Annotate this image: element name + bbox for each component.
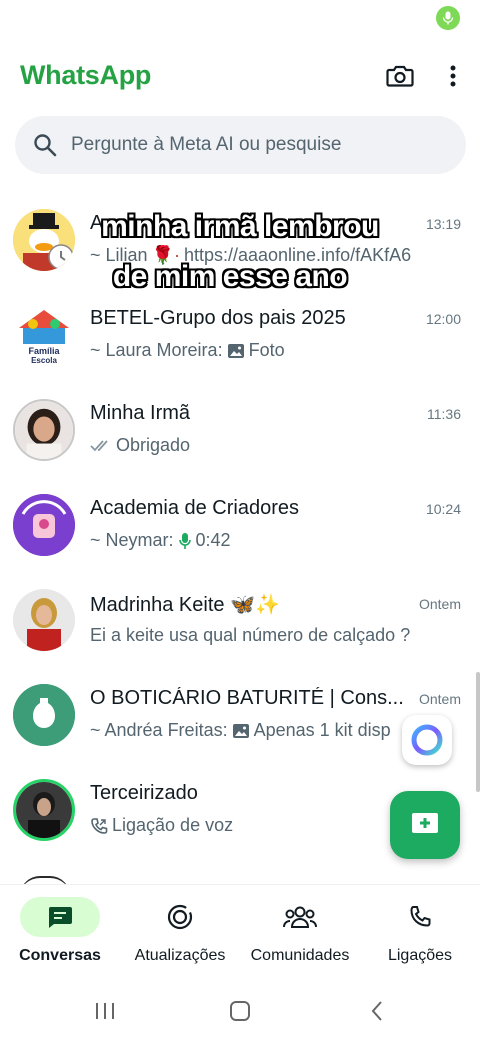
chat-time: 13:19 — [425, 216, 461, 232]
meta-ai-ring-icon — [411, 724, 443, 756]
chat-avatar — [13, 684, 75, 746]
man-photo-avatar-icon — [16, 782, 72, 838]
back-button[interactable] — [362, 998, 392, 1024]
message-text: https://aaaonline.info/fAKfA6 — [183, 245, 412, 265]
tab-atualizacoes[interactable]: Atualizações — [120, 885, 240, 981]
new-chat-plus-icon — [412, 813, 438, 833]
tab-label: Ligações — [387, 947, 453, 964]
recent-apps-button[interactable] — [90, 998, 120, 1024]
app-header: WhatsApp — [0, 50, 480, 106]
chat-preview: Ei a keite usa qual número de calçado ? — [90, 625, 410, 646]
app-title: WhatsApp — [20, 60, 152, 90]
camera-button[interactable] — [384, 61, 416, 91]
chat-icon — [20, 897, 100, 937]
svg-text:Escola: Escola — [31, 356, 57, 365]
chat-row[interactable]: Família Escola BETEL-Grupo dos pais 2025… — [0, 289, 480, 384]
new-chat-button[interactable] — [390, 791, 460, 859]
chat-preview: ~ Laura Moreira: Foto — [90, 340, 285, 361]
chat-row[interactable]: Academia de Criadores 10:24 ~ Neymar: 0:… — [0, 479, 480, 574]
chat-avatar: Família Escola — [13, 304, 75, 366]
voice-mic-icon — [178, 532, 192, 550]
svg-text:Família: Família — [28, 346, 60, 356]
phone-icon — [380, 897, 460, 937]
message-sender: ~ Andréa Freitas: — [90, 720, 228, 740]
chat-preview: Ligação de voz — [90, 815, 233, 836]
chat-preview: Obrigado — [90, 435, 190, 456]
chat-avatar — [13, 589, 75, 651]
chat-name: Minha Irmã — [90, 402, 191, 424]
back-icon — [371, 1001, 382, 1021]
chat-time: 10:24 — [425, 501, 461, 517]
rose-emoji-icon: 🌹· — [151, 245, 180, 265]
chat-list: A 13:19 ~ Lilian 🌹· https://aaaonline.in… — [0, 194, 480, 884]
chat-avatar — [13, 399, 75, 461]
chat-time: 12:00 — [425, 311, 461, 327]
chat-time: Ontem — [418, 691, 461, 707]
message-text: Ei a keite usa qual número de calçado ? — [90, 625, 411, 645]
message-text: Apenas 1 kit disp — [253, 720, 391, 740]
chat-time: Ontem — [418, 596, 461, 612]
camera-icon — [386, 65, 414, 87]
chat-preview: ~ Neymar: 0:42 — [90, 530, 231, 551]
familia-escola-avatar-icon: Família Escola — [13, 304, 75, 366]
chat-name: Academia de Criadores — [90, 497, 299, 519]
chat-avatar — [13, 209, 75, 271]
search-bar[interactable] — [15, 116, 466, 174]
system-navigation-bar — [0, 980, 480, 1040]
chat-row[interactable]: Madrinha Keite 🦋✨ Ontem Ei a keite usa q… — [0, 574, 480, 669]
woman-red-dress-avatar-icon — [13, 589, 75, 651]
call-icon — [90, 817, 108, 835]
message-sender: ~ Lilian — [90, 245, 148, 265]
tab-ligacoes[interactable]: Ligações — [360, 885, 480, 981]
chat-preview: ~ Andréa Freitas: Apenas 1 kit disp — [90, 720, 391, 741]
photo-icon — [232, 723, 250, 739]
home-button[interactable] — [225, 998, 255, 1024]
chat-name: O BOTICÁRIO BATURITÉ | Cons... — [90, 687, 404, 709]
message-text: 0:42 — [195, 530, 231, 550]
next-chat-avatar-edge — [20, 876, 70, 884]
message-sender: ~ Neymar: — [90, 530, 174, 550]
overflow-menu-button[interactable] — [440, 61, 466, 91]
tab-label: Comunidades — [250, 947, 350, 964]
message-text: Obrigado — [116, 435, 191, 455]
tab-conversas[interactable]: Conversas — [0, 885, 120, 981]
search-input[interactable] — [71, 134, 451, 156]
chat-row[interactable]: A 13:19 ~ Lilian 🌹· https://aaaonline.in… — [0, 194, 480, 289]
message-text: Ligação de voz — [112, 815, 234, 835]
chat-preview: ~ Lilian 🌹· https://aaaonline.info/fAKfA… — [90, 245, 411, 266]
tab-comunidades[interactable]: Comunidades — [240, 885, 360, 981]
message-sender: ~ Laura Moreira: — [90, 340, 223, 360]
photo-icon — [227, 343, 245, 359]
chat-name: Madrinha Keite 🦋✨ — [90, 594, 280, 616]
bottom-navigation: Conversas Atualizações Comunidades Ligaç… — [0, 884, 480, 980]
message-text: Foto — [248, 340, 285, 360]
academia-logo-avatar-icon — [13, 494, 75, 556]
chat-name: A — [90, 212, 104, 234]
search-icon — [31, 131, 59, 159]
cartoon-duck-avatar-icon — [13, 209, 75, 271]
chat-name: BETEL-Grupo dos pais 2025 — [90, 307, 346, 329]
more-vertical-icon — [450, 65, 456, 87]
microphone-indicator-icon — [436, 6, 460, 30]
status-icon — [140, 897, 220, 937]
chat-avatar — [13, 494, 75, 556]
communities-icon — [260, 897, 340, 937]
recent-apps-icon — [96, 1003, 114, 1019]
woman-photo-avatar-icon — [15, 401, 73, 459]
chat-name: Terceirizado — [90, 782, 198, 804]
home-icon — [230, 1001, 250, 1021]
boticario-logo-avatar-icon — [13, 684, 75, 746]
status-bar — [0, 0, 480, 40]
scrollbar[interactable] — [476, 672, 480, 792]
chat-avatar — [13, 779, 75, 841]
tab-label: Atualizações — [134, 947, 226, 964]
chat-time: 11:36 — [427, 406, 461, 422]
chat-row[interactable]: Minha Irmã 11:36 Obrigado — [0, 384, 480, 479]
double-check-icon — [90, 439, 112, 453]
meta-ai-button[interactable] — [402, 715, 452, 765]
